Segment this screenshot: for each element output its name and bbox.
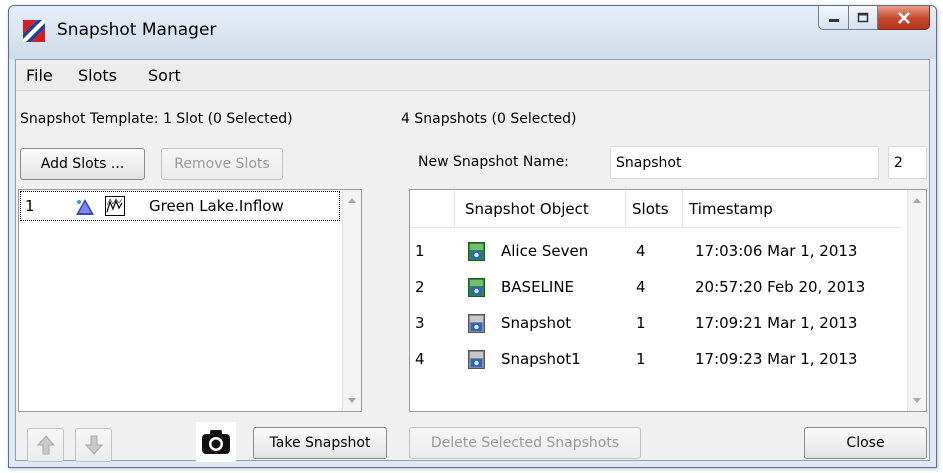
remove-slots-button[interactable]: Remove Slots <box>161 148 283 180</box>
minimize-icon <box>828 18 839 22</box>
snapshot-object-icon <box>468 350 485 369</box>
column-header-timestamp[interactable]: Timestamp <box>683 190 900 228</box>
scroll-up-icon[interactable] <box>913 198 921 203</box>
take-snapshot-button[interactable]: Take Snapshot <box>253 427 387 459</box>
snapshot-slot-count: 4 <box>636 242 646 260</box>
slot-index: 1 <box>25 197 35 215</box>
snapshot-object-name: Snapshot <box>501 314 572 332</box>
slot-list-item[interactable]: 1 Green Lake.Inflow <box>20 191 340 221</box>
scroll-down-icon[interactable] <box>348 398 356 403</box>
arrow-up-icon <box>36 435 55 455</box>
new-snapshot-name-input[interactable] <box>610 146 879 179</box>
snapshot-slot-count: 4 <box>636 278 646 296</box>
move-down-button[interactable] <box>75 428 112 462</box>
client-area: File Slots Sort Snapshot Template: 1 Slo… <box>15 59 930 462</box>
row-index: 2 <box>415 278 425 296</box>
snapshot-object-name: Alice Seven <box>501 242 589 260</box>
snapshot-timestamp: 20:57:20 Feb 20, 2013 <box>695 278 866 296</box>
row-index: 3 <box>415 314 425 332</box>
snapshot-table[interactable]: Snapshot Object Slots Timestamp 1 Alice … <box>409 189 927 412</box>
snapshots-header: 4 Snapshots (0 Selected) <box>401 111 577 127</box>
snapshot-slot-count: 1 <box>636 350 646 368</box>
table-header: Snapshot Object Slots Timestamp <box>410 190 900 228</box>
column-header-object[interactable]: Snapshot Object <box>455 190 626 228</box>
column-header-slots[interactable]: Slots <box>626 190 683 228</box>
row-index: 4 <box>415 350 425 368</box>
snapshot-timestamp: 17:09:23 Mar 1, 2013 <box>695 350 858 368</box>
slot-list[interactable]: 1 Green Lake.Inflow <box>18 189 362 412</box>
inflow-icon <box>76 199 94 215</box>
table-row[interactable]: 1 Alice Seven 4 17:03:06 Mar 1, 2013 <box>410 233 900 269</box>
caption-buttons <box>818 6 930 30</box>
minimize-button[interactable] <box>818 6 849 30</box>
slot-name: Green Lake.Inflow <box>149 197 284 215</box>
menu-file[interactable]: File <box>26 66 53 85</box>
table-row[interactable]: 4 Snapshot1 1 17:09:23 Mar 1, 2013 <box>410 341 900 377</box>
arrow-down-icon <box>84 435 103 455</box>
slot-list-scrollbar[interactable] <box>342 190 361 411</box>
maximize-icon <box>857 12 869 23</box>
add-slots-button[interactable]: Add Slots ... <box>20 148 145 180</box>
snapshot-timestamp: 17:03:06 Mar 1, 2013 <box>695 242 858 260</box>
new-snapshot-name-label: New Snapshot Name: <box>418 154 569 170</box>
title-bar[interactable]: Snapshot Manager <box>9 6 936 59</box>
table-row[interactable]: 2 BASELINE 4 20:57:20 Feb 20, 2013 <box>410 269 900 305</box>
close-button[interactable]: Close <box>804 427 927 459</box>
snapshot-object-name: Snapshot1 <box>501 350 581 368</box>
menu-bar: File Slots Sort <box>16 60 929 91</box>
close-icon <box>897 11 910 24</box>
table-row[interactable]: 3 Snapshot 1 17:09:21 Mar 1, 2013 <box>410 305 900 341</box>
snapshot-timestamp: 17:09:21 Mar 1, 2013 <box>695 314 858 332</box>
index-column-header <box>410 190 455 228</box>
row-index: 1 <box>415 242 425 260</box>
camera-icon <box>202 430 230 454</box>
maximize-button[interactable] <box>849 6 878 30</box>
menu-sort[interactable]: Sort <box>148 66 181 85</box>
menu-slots[interactable]: Slots <box>78 66 117 85</box>
snapshot-object-icon <box>468 314 485 333</box>
move-up-button[interactable] <box>27 428 64 462</box>
snapshot-object-icon <box>468 242 485 261</box>
camera-icon-container <box>196 422 236 462</box>
delete-selected-snapshots-button[interactable]: Delete Selected Snapshots <box>409 427 641 459</box>
snapshot-manager-window: Snapshot Manager File Slots Sort Snapsho… <box>8 5 937 468</box>
series-slot-icon <box>105 196 125 216</box>
window-title: Snapshot Manager <box>57 20 217 40</box>
scroll-up-icon[interactable] <box>348 198 356 203</box>
snapshot-table-scrollbar[interactable] <box>907 190 926 411</box>
snapshot-count-input[interactable] <box>888 146 927 179</box>
scroll-down-icon[interactable] <box>913 398 921 403</box>
snapshot-object-name: BASELINE <box>501 278 575 296</box>
template-header: Snapshot Template: 1 Slot (0 Selected) <box>20 111 293 127</box>
snapshot-object-icon <box>468 278 485 297</box>
riverware-app-icon <box>23 20 45 42</box>
close-window-button[interactable] <box>878 6 930 30</box>
snapshot-slot-count: 1 <box>636 314 646 332</box>
